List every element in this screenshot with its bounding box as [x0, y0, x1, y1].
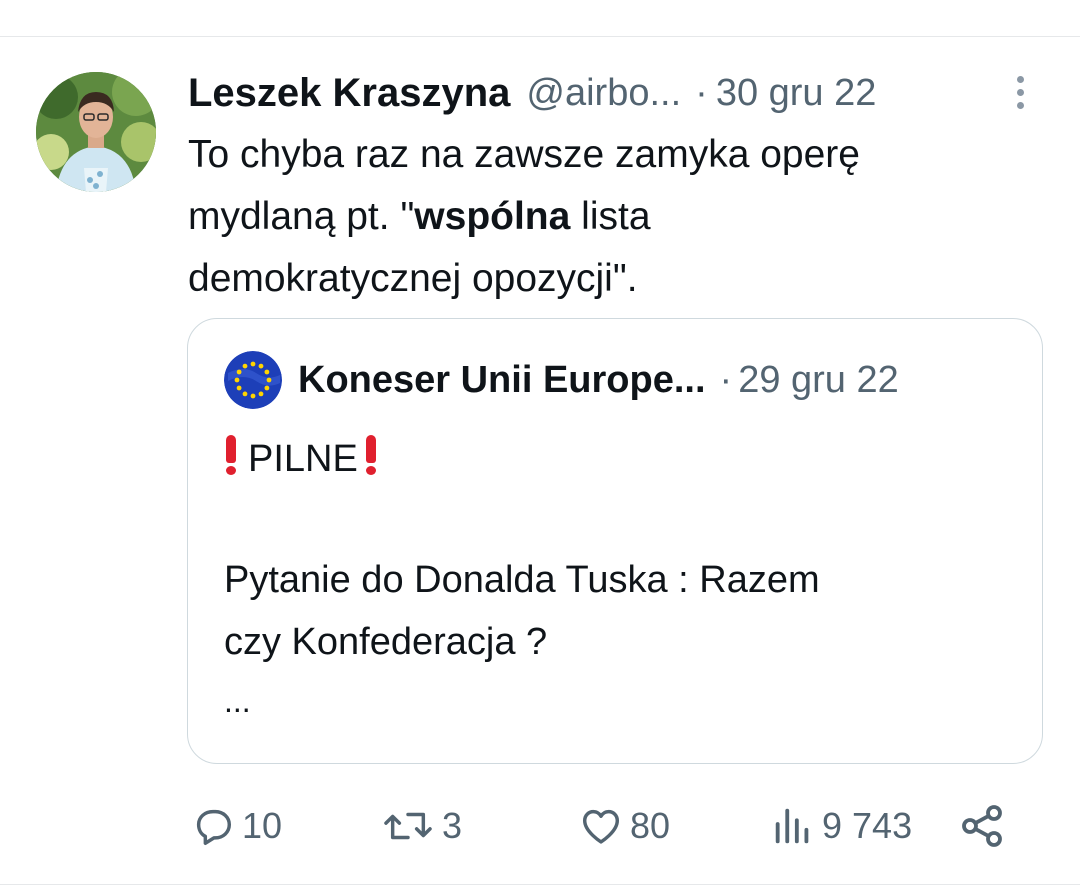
more-vertical-icon[interactable] — [1004, 70, 1036, 114]
quoted-body-line: Pytanie do Donalda Tuska : Razem — [224, 559, 820, 601]
tweet-text-line: demokratycznej opozycji". — [188, 257, 638, 300]
tweet-text-fragment: lista — [570, 195, 651, 238]
share-button[interactable] — [958, 796, 1006, 856]
retweet-count: 3 — [442, 805, 463, 846]
views-icon — [775, 808, 809, 844]
quoted-author-name: Koneser Unii Europe... — [298, 358, 706, 401]
quoted-ellipsis: ... — [224, 683, 251, 719]
exclamation-icon — [224, 435, 238, 475]
views-button[interactable]: 9 743 — [770, 796, 912, 856]
author-avatar[interactable] — [36, 72, 156, 192]
heart-icon — [582, 809, 620, 844]
eu-flag-icon — [224, 351, 282, 409]
retweet-icon — [384, 812, 432, 840]
author-handle[interactable]: @airbo... — [526, 72, 681, 115]
exclamation-icon — [364, 435, 378, 475]
tweet-text-bold: wspólna — [414, 195, 571, 238]
tweet-date[interactable]: 30 gru 22 — [716, 72, 877, 115]
quoted-tweet-date: 29 gru 22 — [738, 358, 899, 401]
like-count: 80 — [630, 805, 671, 846]
tweet-actions: 10 3 80 9 743 — [0, 796, 1080, 856]
reply-count: 10 — [242, 805, 283, 846]
quoted-headline: PILNE — [248, 438, 358, 480]
quoted-body-line: czy Konfederacja ? — [224, 621, 548, 663]
tweet-text: To chyba raz na zawsze zamyka operę mydl… — [188, 124, 1028, 310]
quoted-tweet[interactable]: Koneser Unii Europe... · 29 gru 22 PILNE… — [187, 318, 1043, 764]
reply-button[interactable]: 10 — [190, 796, 282, 856]
like-button[interactable]: 80 — [578, 796, 670, 856]
quoted-tweet-header: Koneser Unii Europe... · 29 gru 22 — [224, 349, 1024, 411]
share-icon — [962, 805, 1002, 847]
quoted-header-separator: · — [719, 358, 733, 401]
tweet-text-line: mydlaną pt. "wspólna lista — [188, 186, 1028, 248]
retweet-button[interactable]: 3 — [380, 796, 462, 856]
reply-icon — [196, 809, 232, 845]
avatar-photo — [36, 72, 156, 192]
tweet-text-fragment: mydlaną pt. " — [188, 195, 415, 238]
views-count: 9 743 — [822, 805, 913, 846]
quoted-headline-line: PILNE — [224, 435, 378, 481]
tweet-text-line: To chyba raz na zawsze zamyka operę — [188, 133, 860, 176]
tweet-header: Leszek Kraszyna @airbo... · 30 gru 22 — [188, 68, 988, 118]
bottom-divider — [0, 884, 1080, 885]
author-name[interactable]: Leszek Kraszyna — [188, 71, 510, 116]
top-divider — [0, 36, 1080, 37]
header-separator: · — [695, 71, 708, 114]
quoted-author-avatar — [224, 351, 282, 409]
